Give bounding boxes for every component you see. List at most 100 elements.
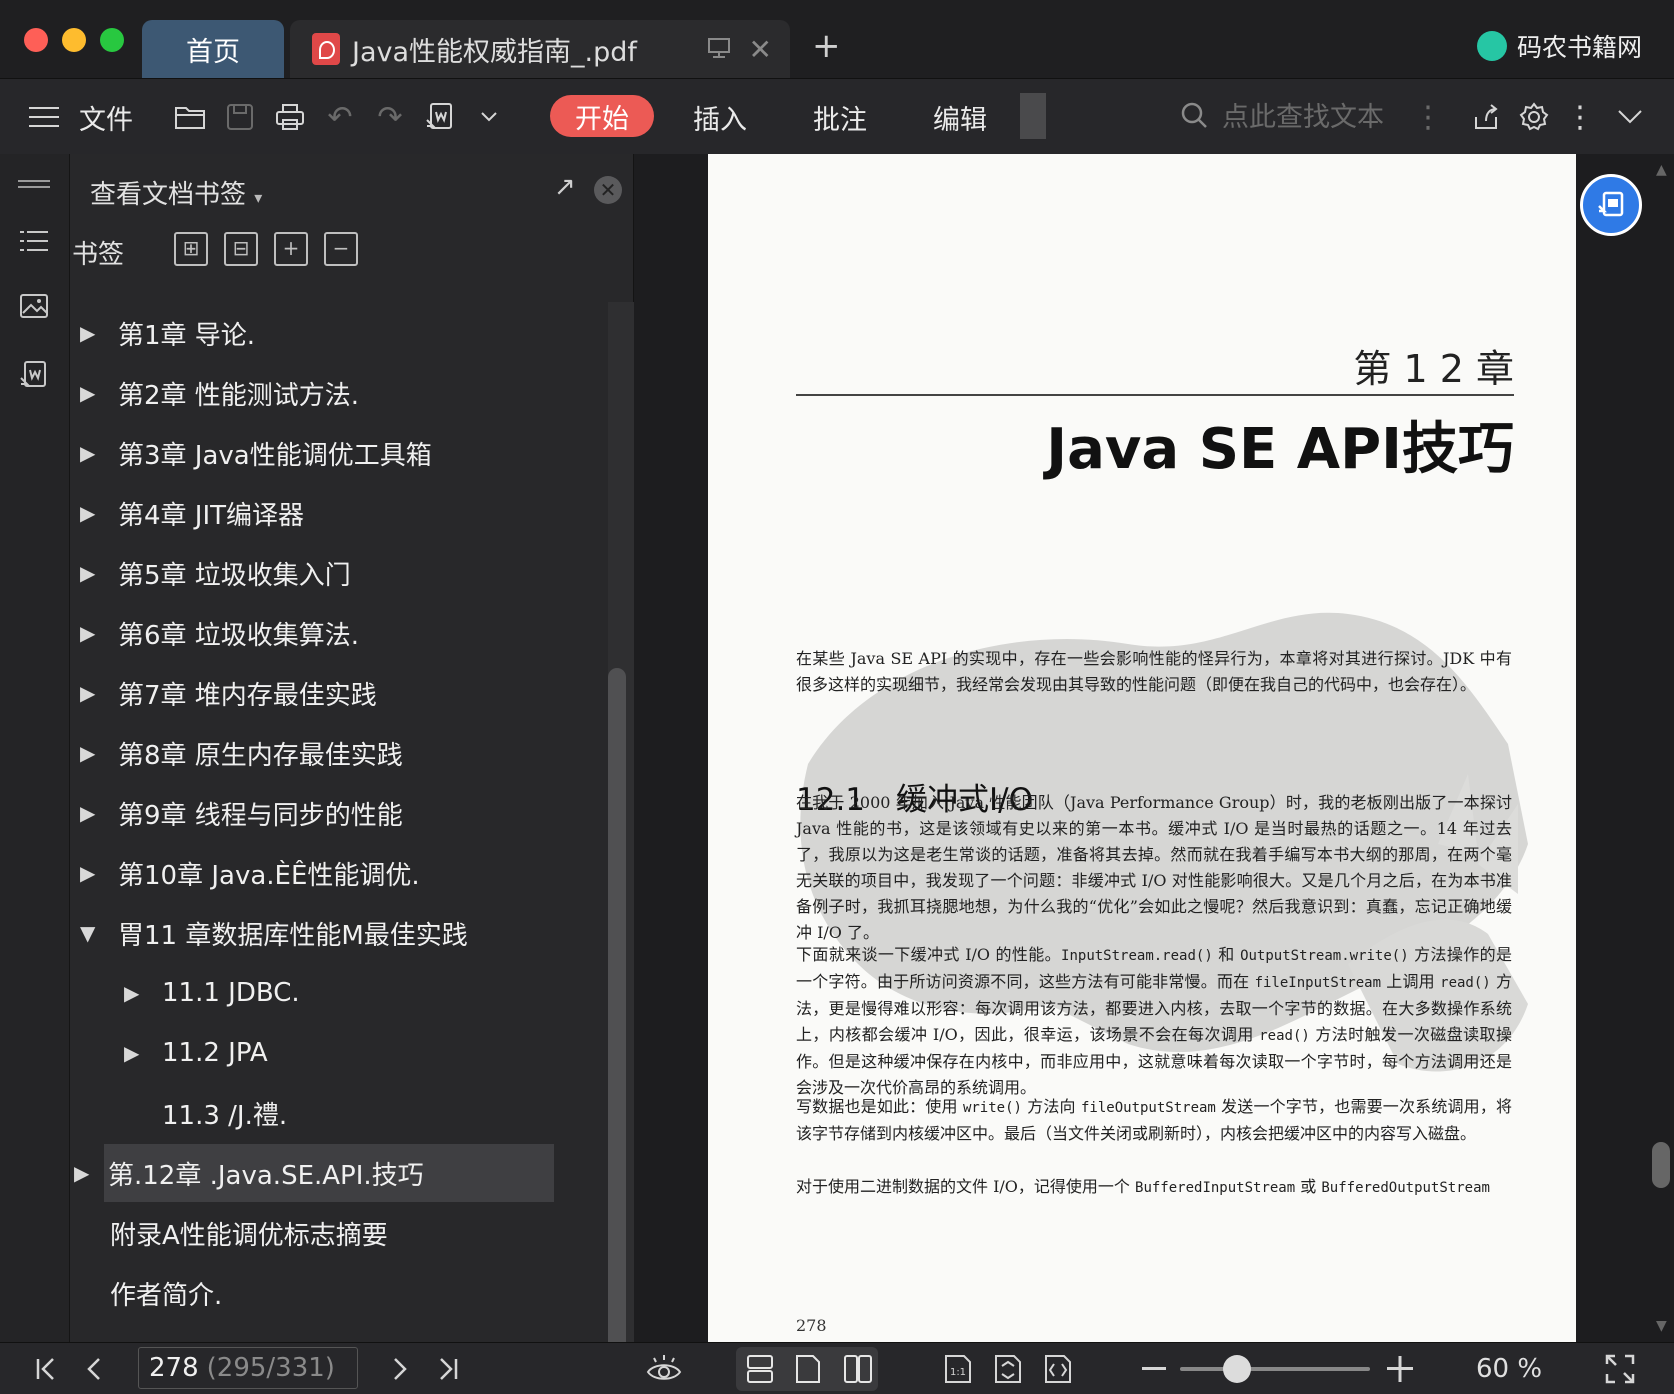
panel-scrollbar-thumb[interactable] [608,668,626,1394]
document-scrollbar-thumb[interactable] [1652,1142,1670,1188]
settings-icon[interactable] [1514,79,1554,155]
bookmark-item[interactable]: ▶ 第10章 Java.ÈÊ性能调优. [80,844,554,902]
triangle-right-icon[interactable]: ▶ [80,501,118,525]
zoom-out-icon[interactable] [1136,1343,1172,1394]
more-icon[interactable]: ⋮ [1565,79,1595,155]
bookmark-item[interactable]: ▶ 第.12章 .Java.SE.API.技巧 [74,1144,554,1202]
collapse-all-icon[interactable]: ⊟ [224,232,258,266]
search-box[interactable] [1180,79,1422,155]
eye-care-icon[interactable] [642,1343,686,1394]
annotation-icon[interactable] [16,360,52,396]
close-tab-icon[interactable]: ✕ [749,33,772,66]
next-page-icon[interactable] [382,1343,418,1394]
thumbnail-icon[interactable] [16,292,52,328]
collapse-icon[interactable] [1610,79,1650,155]
toolbar-overflow-handle[interactable] [1020,93,1046,139]
bookmark-item[interactable]: ▶ 第2章 性能测试方法. [80,364,554,422]
bookmark-item[interactable]: 附录A性能调优标志摘要 [80,1204,554,1262]
p2-code-3: fileInputStream [1254,975,1382,991]
add-bookmark-icon[interactable]: + [274,232,308,266]
new-tab-button[interactable]: + [812,26,841,66]
redo-icon[interactable]: ↷ [370,79,410,155]
chapter-number: 第 1 2 章 [1353,347,1514,391]
bookmark-item[interactable]: ▶ 第5章 垃圾收集入门 [80,544,554,602]
bookmark-item[interactable]: ▶ 第1章 导论. [80,304,554,362]
menu-annotate[interactable]: 批注 [810,79,870,155]
menu-insert[interactable]: 插入 [690,79,750,155]
bookmark-item[interactable]: 11.3 /J.禮. [124,1084,554,1142]
zoom-slider-track[interactable] [1180,1367,1370,1371]
svg-text:1:1: 1:1 [950,1367,966,1378]
scroll-down-arrow-icon[interactable]: ▼ [1656,1318,1667,1334]
bookmark-item[interactable]: ▶ 11.1 JDBC. [124,964,554,1022]
expand-all-icon[interactable]: ⊞ [174,232,208,266]
first-page-icon[interactable] [28,1343,64,1394]
monitor-icon[interactable] [707,33,731,66]
bookmark-label: 第.12章 .Java.SE.API.技巧 [108,1160,424,1191]
menu-edit[interactable]: 编辑 [930,79,990,155]
search-input[interactable] [1222,101,1422,133]
triangle-right-icon[interactable]: ▶ [124,1041,162,1065]
bookmark-item[interactable]: ▶ 11.2 JPA [124,1024,554,1082]
triangle-right-icon[interactable]: ▶ [80,621,118,645]
triangle-right-icon[interactable]: ▶ [80,861,118,885]
bookmark-item[interactable]: ▶ 第4章 JIT编译器 [80,484,554,542]
panel-toggle-icon[interactable] [16,164,52,200]
two-page-icon[interactable] [836,1343,880,1394]
triangle-right-icon[interactable]: ▶ [80,681,118,705]
scroll-up-arrow-icon[interactable]: ▲ [1656,162,1667,178]
zoom-window-button[interactable] [100,28,124,52]
triangle-down-icon[interactable]: ▼ [80,921,118,945]
fit-page-icon[interactable] [986,1343,1030,1394]
triangle-right-icon[interactable]: ▶ [80,321,118,345]
undo-icon[interactable]: ↶ [320,79,360,155]
open-folder-icon[interactable] [170,79,210,155]
bookmark-list-icon[interactable] [16,226,52,262]
delete-bookmark-icon[interactable]: − [324,232,358,266]
print-icon[interactable] [270,79,310,155]
save-icon[interactable] [220,79,260,155]
close-window-button[interactable] [24,28,48,52]
minimize-window-button[interactable] [62,28,86,52]
bookmark-item[interactable]: ▶ 第9章 线程与同步的性能 [80,784,554,842]
triangle-right-icon[interactable]: ▶ [80,561,118,585]
bookmark-item[interactable]: 作者简介. [80,1264,554,1322]
last-page-icon[interactable] [430,1343,466,1394]
prev-page-icon[interactable] [76,1343,112,1394]
continuous-scroll-icon[interactable] [738,1343,782,1394]
bookmark-item[interactable]: ▶ 第8章 原生内存最佳实践 [80,724,554,782]
bookmark-item[interactable]: ▼ 胃11 章数据库性能M最佳实践 [80,904,554,962]
triangle-right-icon[interactable]: ▶ [74,1161,108,1185]
triangle-right-icon[interactable]: ▶ [80,441,118,465]
triangle-right-icon[interactable]: ▶ [80,381,118,405]
actual-size-icon[interactable]: 1:1 [936,1343,980,1394]
bookmark-item[interactable]: ▶ 第3章 Java性能调优工具箱 [80,424,554,482]
convert-icon[interactable] [420,79,460,155]
zoom-level[interactable]: 60 % [1476,1343,1542,1394]
zoom-in-icon[interactable] [1382,1343,1418,1394]
share-icon[interactable] [1466,79,1506,155]
float-convert-button[interactable] [1580,174,1642,236]
bookmark-label: 11.3 /J.禮. [162,1100,288,1131]
triangle-right-icon[interactable]: ▶ [80,741,118,765]
bookmark-view-dropdown[interactable]: 查看文档书签 ▾ [90,174,262,211]
triangle-right-icon[interactable]: ▶ [80,801,118,825]
hamburger-icon[interactable] [26,79,62,155]
fullscreen-icon[interactable] [1600,1343,1640,1394]
triangle-right-icon[interactable]: ▶ [124,981,162,1005]
tab-home[interactable]: 首页 [142,20,284,78]
brand-logo [1476,31,1507,61]
page-number: 278 [796,1316,827,1335]
menu-start[interactable]: 开始 [550,95,654,137]
close-panel-icon[interactable]: ✕ [594,176,622,204]
file-menu[interactable]: 文件 [76,79,136,155]
bookmark-item[interactable]: ▶ 第7章 堆内存最佳实践 [80,664,554,722]
zoom-slider-knob[interactable] [1223,1355,1251,1383]
bookmark-item[interactable]: ▶ 第6章 垃圾收集算法. [80,604,554,662]
tab-document[interactable]: Java性能权威指南_.pdf ✕ [290,20,790,78]
single-page-icon[interactable] [786,1343,830,1394]
fit-width-icon[interactable] [1036,1343,1080,1394]
page-number-field[interactable]: 278 (295/331) [138,1347,358,1389]
dropdown-icon[interactable] [474,79,504,155]
popout-icon[interactable]: ↗ [554,172,576,202]
